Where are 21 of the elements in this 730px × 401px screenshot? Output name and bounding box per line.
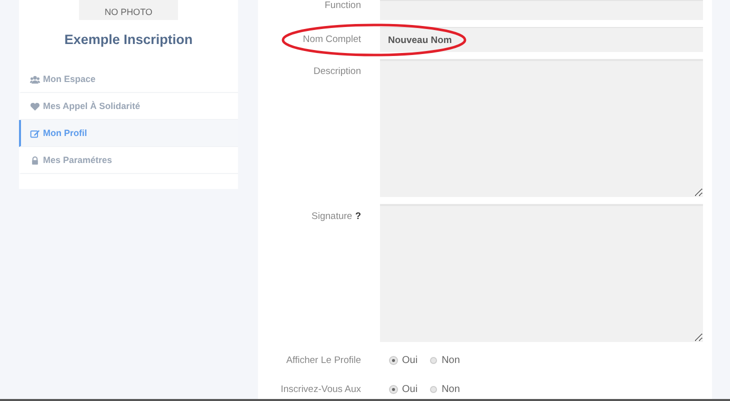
edit-icon <box>30 128 40 138</box>
users-icon <box>30 74 40 84</box>
radio-option[interactable]: Oui <box>390 355 418 366</box>
radio-option[interactable]: Non <box>430 355 460 366</box>
radio-option[interactable]: Oui <box>390 384 418 395</box>
field-label: Signature <box>312 211 352 222</box>
radio-option[interactable]: Non <box>430 384 460 395</box>
field-label: Description <box>313 66 361 77</box>
field-label: Afficher Le Profile <box>286 355 361 366</box>
text-area[interactable] <box>380 59 703 197</box>
user-name: Exemple Inscription <box>64 32 193 49</box>
text-area[interactable] <box>380 204 703 342</box>
text-field[interactable] <box>380 0 703 20</box>
text-field[interactable]: Nouveau Nom <box>380 27 703 52</box>
lock-icon <box>30 156 40 164</box>
heart-icon <box>30 102 40 110</box>
field-label: Nom Complet <box>302 34 361 45</box>
photo-label: NO PHOTO <box>104 7 152 18</box>
field-label: Function <box>324 0 361 11</box>
field-label: Inscrivez-Vous Aux <box>280 384 361 395</box>
help-icon[interactable]: ? <box>355 211 361 222</box>
